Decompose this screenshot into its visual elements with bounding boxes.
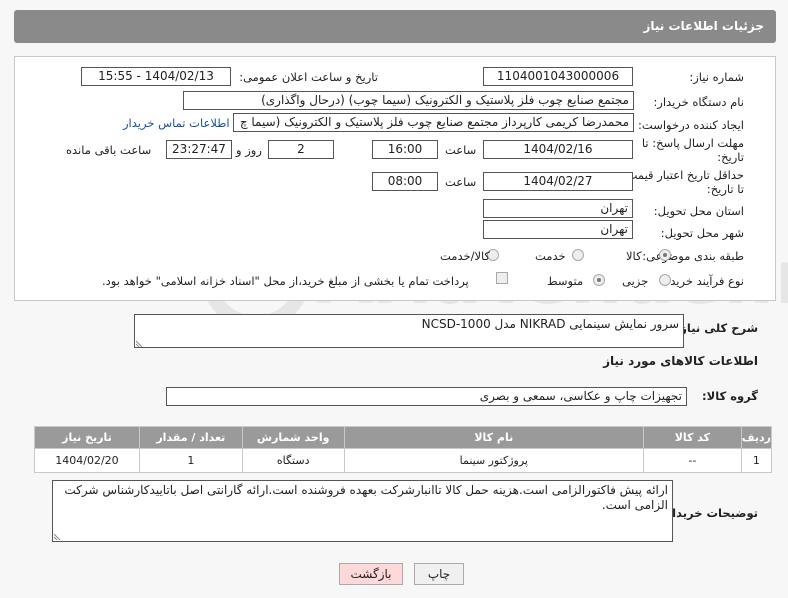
goods-group-field[interactable]: تجهیزات چاپ و عکاسی، سمعی و بصری xyxy=(166,387,687,406)
process-type-label: نوع فرآیند خرید : xyxy=(662,274,744,288)
description-textarea[interactable]: سرور نمایش سینمایی NIKRAD مدل NCSD-1000 xyxy=(134,314,684,348)
delivery-province-field[interactable]: تهران xyxy=(483,199,633,218)
category-label: طبقه بندی موضوعی: xyxy=(642,249,744,263)
need-number-field[interactable]: 1104001043000006 xyxy=(483,67,633,86)
page-title: جزئیات اطلاعات نیاز xyxy=(643,19,764,33)
back-button[interactable]: بازگشت xyxy=(339,563,403,585)
goods-group-label: گروه کالا: xyxy=(702,389,758,403)
requester-label: ایجاد کننده درخواست: xyxy=(638,118,744,132)
reply-deadline-label-line1: مهلت ارسال پاسخ: تا xyxy=(641,136,744,150)
reply-deadline-time-label: ساعت xyxy=(445,143,477,157)
process-radio-minor[interactable] xyxy=(659,274,671,286)
treasury-payment-checkbox[interactable] xyxy=(496,272,508,284)
table-row[interactable]: 1 -- پروژکتور سینما دستگاه 1 1404/02/20 xyxy=(34,448,773,473)
treasury-payment-note: پرداخت تمام یا بخشی از مبلغ خرید،از محل … xyxy=(102,274,469,288)
price-validity-label-line1: حداقل تاریخ اعتبار قیمت: xyxy=(622,168,744,182)
process-radio-medium[interactable] xyxy=(593,274,605,286)
buyer-org-label: نام دستگاه خریدار: xyxy=(653,95,744,109)
process-option-medium: متوسط xyxy=(547,274,584,288)
category-option-goods: کالا xyxy=(626,249,642,263)
delivery-city-label: شهر محل تحویل: xyxy=(660,226,744,240)
resize-grip-icon[interactable] xyxy=(136,339,144,347)
col-unit: واحد شمارش xyxy=(241,426,345,449)
remaining-days-label: روز و xyxy=(236,143,262,157)
remaining-time-label: ساعت باقی مانده xyxy=(66,143,152,157)
price-validity-time-field[interactable]: 08:00 xyxy=(372,172,438,191)
col-code: کد کالا xyxy=(642,426,742,449)
buyer-notes-label: توضیحات خریدار: xyxy=(660,506,758,520)
resize-grip-icon[interactable] xyxy=(54,532,62,540)
reply-deadline-time-field[interactable]: 16:00 xyxy=(372,140,438,159)
description-label: شرح کلی نیاز: xyxy=(675,321,758,335)
remaining-days-field[interactable]: 2 xyxy=(268,140,334,159)
category-radio-goods[interactable] xyxy=(659,249,671,261)
remaining-time-field[interactable]: 23:27:47 xyxy=(166,140,232,159)
reply-deadline-label-line2: تاریخ: xyxy=(717,150,744,164)
announce-datetime-field[interactable]: 1404/02/13 - 15:55 xyxy=(81,67,231,86)
price-validity-time-label: ساعت xyxy=(445,175,477,189)
cell-code: -- xyxy=(642,448,742,473)
category-option-goods-service: کالا/خدمت xyxy=(440,249,491,263)
buyer-notes-textarea[interactable]: ارائه پیش فاکتورالزامی است.هزینه حمل کال… xyxy=(52,480,673,542)
page-header: جزئیات اطلاعات نیاز xyxy=(14,10,776,43)
reply-deadline-date-field[interactable]: 1404/02/16 xyxy=(483,140,633,159)
print-button[interactable]: چاپ xyxy=(414,563,464,585)
category-radio-service[interactable] xyxy=(572,249,584,261)
price-validity-label-line2: تا تاریخ: xyxy=(706,182,744,196)
cell-need-date: 1404/02/20 xyxy=(34,448,140,473)
requester-field[interactable]: محمدرضا کریمی کارپرداز مجتمع صنایع چوب ف… xyxy=(233,113,634,132)
items-section-title: اطلاعات کالاهای مورد نیاز xyxy=(603,354,758,368)
col-name: نام کالا xyxy=(343,426,644,449)
cell-unit: دستگاه xyxy=(241,448,345,473)
cell-name: پروژکتور سینما xyxy=(343,448,644,473)
price-validity-date-field[interactable]: 1404/02/27 xyxy=(483,172,633,191)
category-option-service: خدمت xyxy=(535,249,566,263)
buyer-contact-link[interactable]: اطلاعات تماس خریدار xyxy=(123,116,230,130)
col-need-date: تاریخ نیاز xyxy=(34,426,140,449)
col-row: ردیف xyxy=(740,426,773,449)
items-table: ردیف کد کالا نام کالا واحد شمارش تعداد /… xyxy=(34,426,773,473)
process-option-minor: جزیی xyxy=(622,274,649,288)
announce-datetime-label: تاریخ و ساعت اعلان عمومی: xyxy=(239,70,378,84)
items-table-header: ردیف کد کالا نام کالا واحد شمارش تعداد /… xyxy=(34,426,773,449)
delivery-city-field[interactable]: تهران xyxy=(483,220,633,239)
cell-row: 1 xyxy=(740,448,773,473)
buyer-org-field[interactable]: مجتمع صنایع چوب فلز پلاستیک و الکترونیک … xyxy=(183,91,634,110)
need-number-label: شماره نیاز: xyxy=(689,70,744,84)
delivery-province-label: استان محل تحویل: xyxy=(653,204,744,218)
col-quantity: تعداد / مقدار xyxy=(138,426,243,449)
cell-quantity: 1 xyxy=(138,448,243,473)
